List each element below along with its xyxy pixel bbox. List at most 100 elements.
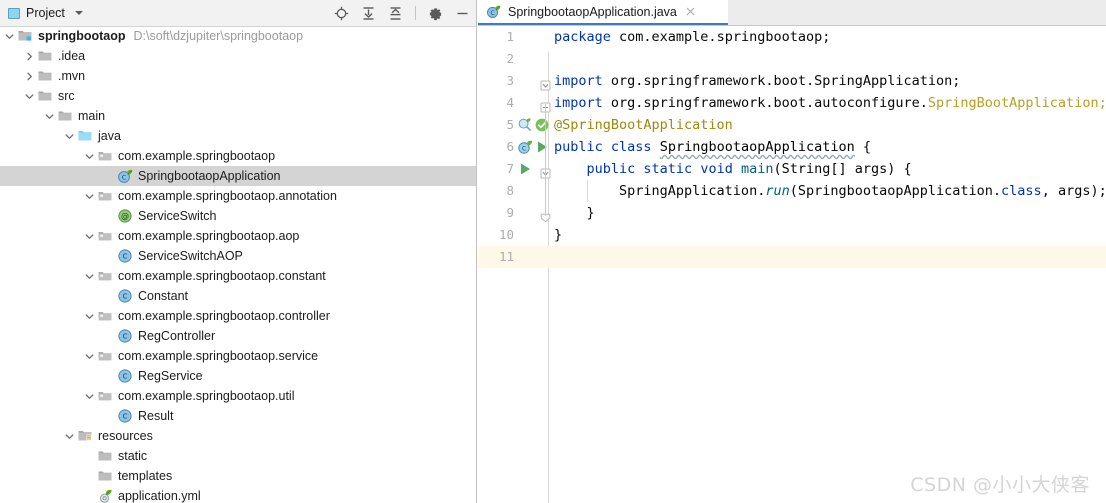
svg-text:C: C: [122, 372, 127, 381]
code-line[interactable]: 9 }: [478, 202, 1106, 224]
tree-row-src[interactable]: src: [0, 86, 476, 106]
package-icon: [97, 268, 113, 284]
fold-region-bar: [545, 104, 546, 216]
code-line[interactable]: 5 @SpringBootApplication: [478, 114, 1106, 136]
tree-row-serviceswitchaop[interactable]: C ServiceSwitchAOP: [0, 246, 476, 266]
tree-row-label: com.example.springbootaop.controller: [118, 309, 330, 323]
tree-row-regcontroller[interactable]: C RegController: [0, 326, 476, 346]
tree-row-label: RegService: [138, 369, 203, 383]
code-line[interactable]: 7 public static void main(String[] args)…: [478, 158, 1106, 180]
spring-class-icon: C: [486, 4, 501, 19]
tree-row-com-example-springbootaop-service[interactable]: com.example.springbootaop.service: [0, 346, 476, 366]
close-icon[interactable]: [685, 6, 696, 17]
editor-tab-springbootaopapplication[interactable]: C SpringbootaopApplication.java: [478, 0, 729, 25]
line-number: 10: [498, 227, 514, 242]
code-editor[interactable]: 1 package com.example.springbootaop; 2 3 imp…: [478, 26, 1106, 503]
chevron-right-icon[interactable]: [24, 71, 35, 82]
chevron-down-icon[interactable]: [44, 111, 55, 122]
tree-row-java[interactable]: java: [0, 126, 476, 146]
tree-row-resources[interactable]: resources: [0, 426, 476, 446]
tree-row-com-example-springbootaop-util[interactable]: com.example.springbootaop.util: [0, 386, 476, 406]
editor-tab-title: SpringbootaopApplication.java: [508, 4, 677, 19]
code-line[interactable]: 10}: [478, 224, 1106, 246]
code-token: }: [554, 227, 563, 243]
line-number: 3: [506, 73, 514, 88]
code-line[interactable]: 2: [478, 48, 1106, 70]
tree-row-label: java: [98, 129, 121, 143]
code-line[interactable]: 3 import org.springframework.boot.SpringA…: [478, 70, 1106, 92]
tree-row-label: RegController: [138, 329, 216, 343]
code-line[interactable]: 8 SpringApplication.run(SpringbootaopApp…: [478, 180, 1106, 202]
line-number: 9: [506, 205, 514, 220]
chevron-right-icon[interactable]: [24, 51, 35, 62]
tree-row-com-example-springbootaop-controller[interactable]: com.example.springbootaop.controller: [0, 306, 476, 326]
chevron-down-icon[interactable]: [84, 191, 95, 202]
line-number: 5: [506, 117, 514, 132]
chevron-down-icon[interactable]: [84, 231, 95, 242]
tree-row-label: com.example.springbootaop.annotation: [118, 189, 337, 203]
chevron-down-icon[interactable]: [24, 91, 35, 102]
tree-row-springbootaop[interactable]: springbootaop D:\soft\dzjupiter\springboo…: [0, 26, 476, 46]
code-line-text: package com.example.springbootaop;: [554, 26, 830, 48]
expand-all-icon[interactable]: [361, 6, 376, 21]
chevron-down-icon[interactable]: [84, 151, 95, 162]
editor-tabbar: C SpringbootaopApplication.java: [478, 0, 1106, 26]
tree-row-application-yml[interactable]: application.yml: [0, 486, 476, 503]
tree-row-com-example-springbootaop-annotation[interactable]: com.example.springbootaop.annotation: [0, 186, 476, 206]
minimize-icon[interactable]: [455, 6, 470, 21]
project-tree[interactable]: springbootaop D:\soft\dzjupiter\springboo…: [0, 26, 476, 503]
tree-row-label: com.example.springbootaop.aop: [118, 229, 300, 243]
code-token: SpringbootaopApplication: [659, 139, 855, 155]
code-token: org.springframework.boot.SpringApplicati…: [610, 73, 961, 89]
collapse-all-icon[interactable]: [388, 6, 403, 21]
code-line-text: public class SpringbootaopApplication {: [554, 136, 871, 158]
tree-row-templates[interactable]: templates: [0, 466, 476, 486]
tree-row--idea[interactable]: .idea: [0, 46, 476, 66]
folder-icon: [97, 468, 113, 484]
chevron-down-icon[interactable]: [74, 11, 83, 15]
tree-row-result[interactable]: C Result: [0, 406, 476, 426]
code-line-text: SpringApplication.run(SpringbootaopAppli…: [554, 180, 1106, 202]
tree-row-com-example-springbootaop-constant[interactable]: com.example.springbootaop.constant: [0, 266, 476, 286]
tree-row-regservice[interactable]: C RegService: [0, 366, 476, 386]
line-number: 4: [506, 95, 514, 110]
code-token: class: [610, 139, 660, 155]
line-number: 7: [506, 161, 514, 176]
code-line[interactable]: 11: [478, 246, 1106, 268]
tree-row-label: templates: [118, 469, 173, 483]
svg-text:C: C: [122, 252, 127, 261]
tree-row-label: Result: [138, 409, 174, 423]
chevron-down-icon[interactable]: [84, 271, 95, 282]
tree-row--mvn[interactable]: .mvn: [0, 66, 476, 86]
project-title-button[interactable]: Project: [0, 6, 83, 20]
tree-row-label: ServiceSwitch: [138, 209, 217, 223]
tree-row-constant[interactable]: C Constant: [0, 286, 476, 306]
tree-row-static[interactable]: static: [0, 446, 476, 466]
chevron-down-icon[interactable]: [84, 351, 95, 362]
locate-icon[interactable]: [334, 6, 349, 21]
code-line[interactable]: 1 package com.example.springbootaop;: [478, 26, 1106, 48]
fold-marker-open[interactable]: [540, 76, 551, 91]
gear-icon[interactable]: [428, 6, 443, 21]
chevron-down-icon[interactable]: [84, 391, 95, 402]
java-class-icon: C: [117, 288, 133, 304]
chevron-down-icon[interactable]: [64, 131, 75, 142]
java-class-icon: C: [117, 328, 133, 344]
chevron-down-icon[interactable]: [64, 431, 75, 442]
chevron-down-icon[interactable]: [84, 311, 95, 322]
tree-row-label: SpringbootaopApplication: [138, 169, 281, 183]
tree-row-com-example-springbootaop-aop[interactable]: com.example.springbootaop.aop: [0, 226, 476, 246]
tree-row-serviceswitch[interactable]: @ ServiceSwitch: [0, 206, 476, 226]
tree-row-label: .idea: [58, 49, 86, 63]
tree-row-main[interactable]: main: [0, 106, 476, 126]
chevron-down-icon[interactable]: [4, 31, 15, 42]
code-line[interactable]: 4 import org.springframework.boot.autocon…: [478, 92, 1106, 114]
code-token: package: [554, 29, 620, 45]
svg-text:C: C: [490, 10, 494, 17]
code-line[interactable]: 6 Cpublic class SpringbootaopApplication …: [478, 136, 1106, 158]
tree-row-com-example-springbootaop[interactable]: com.example.springbootaop: [0, 146, 476, 166]
folder-icon: [97, 448, 113, 464]
tree-row-springbootaopapplication[interactable]: C SpringbootaopApplication: [0, 166, 476, 186]
code-token: SpringApplication.: [554, 183, 766, 199]
tree-row-label: static: [118, 449, 148, 463]
